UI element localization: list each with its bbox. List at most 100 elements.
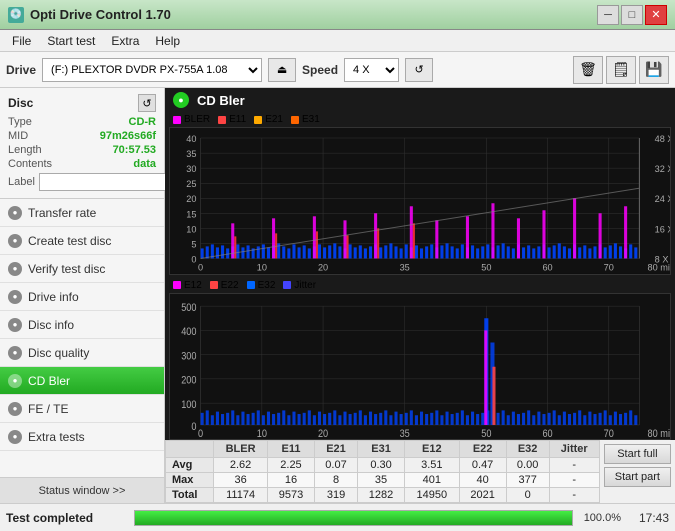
disc-refresh-button[interactable]: ↺ — [138, 94, 156, 112]
maximize-button[interactable]: □ — [621, 5, 643, 25]
svg-text:10: 10 — [257, 428, 268, 439]
svg-text:80 min: 80 min — [648, 428, 670, 439]
nav-label-extra-tests: Extra tests — [28, 430, 85, 444]
stats-cell: - — [549, 458, 599, 473]
disc-contents-value: data — [133, 158, 156, 170]
svg-text:100: 100 — [181, 399, 197, 411]
action-buttons: Start full Start part — [600, 440, 675, 503]
stats-cell: - — [549, 488, 599, 503]
nav-icon-extra-tests: ● — [8, 430, 22, 444]
col-header-bler: BLER — [214, 441, 268, 458]
stats-cell: 40 — [459, 473, 506, 488]
nav-label-create: Create test disc — [28, 234, 111, 248]
start-full-button[interactable]: Start full — [604, 444, 671, 464]
menu-file[interactable]: File — [4, 32, 39, 50]
legend-label-e12: E12 — [184, 280, 202, 291]
col-header-e22: E22 — [459, 441, 506, 458]
start-part-button[interactable]: Start part — [604, 467, 671, 487]
menu-help[interactable]: Help — [147, 32, 188, 50]
main-layout: Disc ↺ Type CD-R MID 97m26s66f Length 70… — [0, 88, 675, 503]
nav-icon-create: ● — [8, 234, 22, 248]
menu-extra[interactable]: Extra — [103, 32, 147, 50]
svg-text:15: 15 — [186, 209, 196, 219]
nav-cd-bler[interactable]: ● CD Bler — [0, 367, 164, 395]
col-header-e12: E12 — [405, 441, 460, 458]
nav-extra-tests[interactable]: ● Extra tests — [0, 423, 164, 451]
nav-label-transfer-rate: Transfer rate — [28, 206, 96, 220]
stats-table: BLER E11 E21 E31 E12 E22 E32 Jitter Avg2… — [165, 440, 600, 503]
clear-button[interactable]: 🗑 — [573, 56, 603, 84]
nav-label-fe-te: FE / TE — [28, 402, 68, 416]
progress-percent: 100.0% — [581, 512, 621, 524]
eject-button[interactable]: ⏏ — [268, 58, 296, 82]
svg-text:10: 10 — [186, 224, 196, 234]
nav-icon-verify: ● — [8, 262, 22, 276]
speed-select[interactable]: 4 X — [344, 58, 399, 82]
svg-text:0: 0 — [191, 421, 196, 433]
content-area: ● CD Bler BLER E11 E21 — [165, 88, 675, 503]
disc-type-label: Type — [8, 116, 32, 128]
svg-text:40: 40 — [186, 134, 196, 144]
nav-label-drive-info: Drive info — [28, 290, 79, 304]
svg-text:60: 60 — [542, 428, 553, 439]
svg-text:300: 300 — [181, 350, 197, 362]
svg-text:50: 50 — [481, 428, 492, 439]
nav-verify-test-disc[interactable]: ● Verify test disc — [0, 255, 164, 283]
chart-top-svg: 40 35 30 25 20 15 10 5 0 0 10 20 35 50 6… — [170, 128, 670, 274]
col-header-jitter: Jitter — [549, 441, 599, 458]
stats-cell: 35 — [358, 473, 405, 488]
svg-text:500: 500 — [181, 302, 197, 314]
svg-text:0: 0 — [191, 255, 196, 265]
nav-label-verify: Verify test disc — [28, 262, 105, 276]
legend-label-e32: E32 — [258, 280, 276, 291]
svg-text:60: 60 — [542, 263, 552, 273]
legend-e31: E31 — [291, 114, 320, 125]
legend-label-jitter: Jitter — [294, 280, 316, 291]
stats-cell: 0 — [506, 488, 549, 503]
stats-cell: 3.51 — [405, 458, 460, 473]
chart-title-icon: ● — [173, 92, 189, 108]
minimize-button[interactable]: ─ — [597, 5, 619, 25]
charts-container: BLER E11 E21 E31 — [165, 112, 675, 440]
col-header-e31: E31 — [358, 441, 405, 458]
stats-cell: 401 — [405, 473, 460, 488]
svg-text:35: 35 — [186, 149, 196, 159]
col-header-empty — [166, 441, 214, 458]
nav-transfer-rate[interactable]: ● Transfer rate — [0, 199, 164, 227]
svg-text:20: 20 — [186, 194, 196, 204]
speed-label: Speed — [302, 63, 338, 77]
stats-and-buttons: BLER E11 E21 E31 E12 E22 E32 Jitter Avg2… — [165, 440, 675, 503]
stats-cell: - — [549, 473, 599, 488]
legend-bler: BLER — [173, 114, 210, 125]
nav-drive-info[interactable]: ● Drive info — [0, 283, 164, 311]
svg-text:24 X: 24 X — [655, 194, 670, 204]
notes-button[interactable]: 🗒 — [606, 56, 636, 84]
nav-fe-te[interactable]: ● FE / TE — [0, 395, 164, 423]
nav-create-test-disc[interactable]: ● Create test disc — [0, 227, 164, 255]
nav-disc-quality[interactable]: ● Disc quality — [0, 339, 164, 367]
stats-cell: 2.25 — [268, 458, 315, 473]
nav-items: ● Transfer rate ● Create test disc ● Ver… — [0, 199, 164, 477]
svg-text:400: 400 — [181, 326, 197, 338]
nav-disc-info[interactable]: ● Disc info — [0, 311, 164, 339]
legend-e21: E21 — [254, 114, 283, 125]
menu-bar: File Start test Extra Help — [0, 30, 675, 52]
close-button[interactable]: ✕ — [645, 5, 667, 25]
stats-cell: 0.30 — [358, 458, 405, 473]
stats-cell: 14950 — [405, 488, 460, 503]
status-window-button[interactable]: Status window >> — [0, 477, 164, 503]
svg-text:10: 10 — [257, 263, 267, 273]
stats-cell: 11174 — [214, 488, 268, 503]
nav-icon-disc-quality: ● — [8, 346, 22, 360]
refresh-button[interactable]: ↺ — [405, 58, 433, 82]
drive-label: Drive — [6, 63, 36, 77]
stats-cell: 9573 — [268, 488, 315, 503]
menu-start-test[interactable]: Start test — [39, 32, 103, 50]
svg-text:70: 70 — [604, 263, 614, 273]
title-bar-controls: ─ □ ✕ — [597, 5, 667, 25]
nav-label-disc-info: Disc info — [28, 318, 74, 332]
drive-bar: Drive (F:) PLEXTOR DVDR PX-755A 1.08 ⏏ S… — [0, 52, 675, 88]
stats-cell: 16 — [268, 473, 315, 488]
save-button[interactable]: 💾 — [639, 56, 669, 84]
drive-select[interactable]: (F:) PLEXTOR DVDR PX-755A 1.08 — [42, 58, 262, 82]
